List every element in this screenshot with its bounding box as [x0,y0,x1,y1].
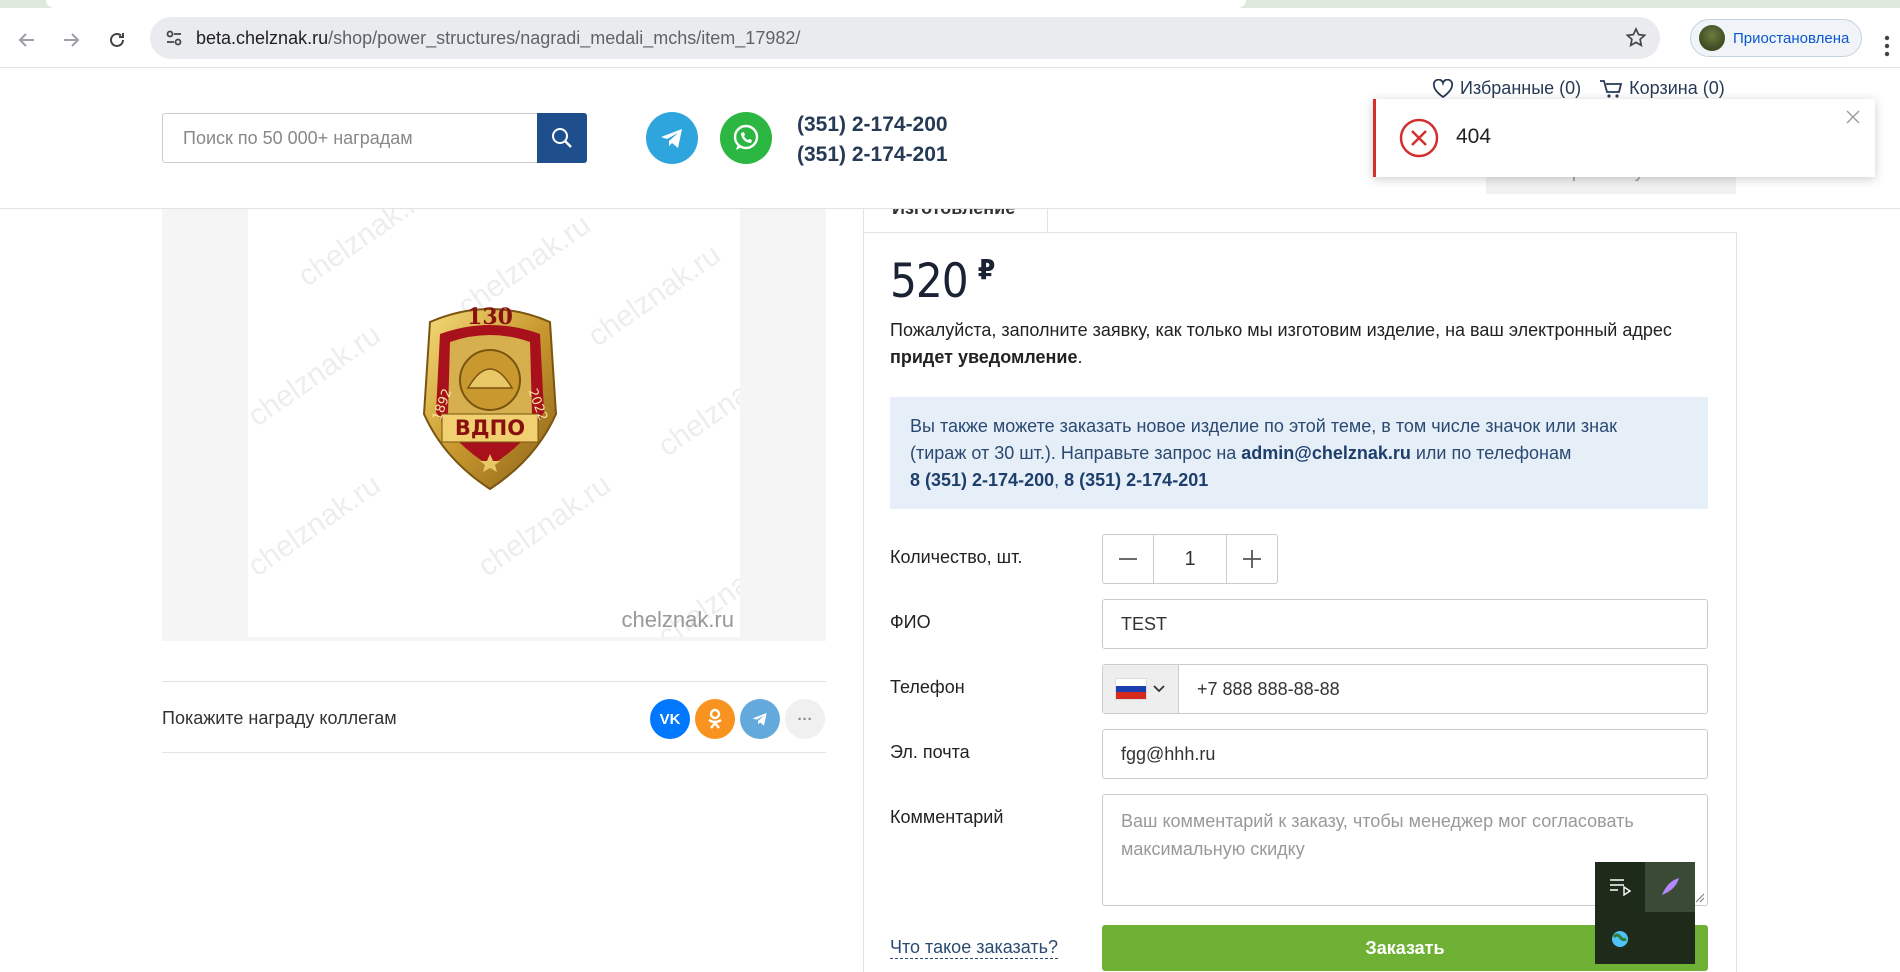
watermark-corner: chelznak.ru [621,607,734,632]
search-input[interactable] [163,114,538,162]
plus-icon [1243,550,1261,568]
header-phone-1[interactable]: (351) 2-174-200 [797,110,948,140]
whatsapp-icon [733,124,759,150]
resize-handle-icon[interactable] [1695,893,1705,903]
watermark: chelznak.ru [292,209,437,294]
telegram-icon [752,713,767,726]
header-phone-2[interactable]: (351) 2-174-201 [797,140,948,170]
name-label: ФИО [890,612,931,632]
product-image[interactable]: chelznak.ru chelznak.ru chelznak.ru chel… [248,209,740,637]
vk-icon: VK [659,710,681,728]
favorites-link[interactable]: Избранные (0) [1432,78,1581,99]
whatsapp-button[interactable] [720,112,772,164]
error-toast: 404 [1373,99,1875,177]
search-icon [552,128,572,148]
share-label: Покажите награду коллегам [162,708,397,728]
quantity-label: Количество, шт. [890,547,1023,567]
globe-icon[interactable] [1595,914,1645,964]
share-vk-button[interactable]: VK [650,699,690,739]
more-dots-icon: ··· [797,710,813,728]
watermark: chelznak.ru [248,318,387,434]
address-bar[interactable]: beta.chelznak.ru/shop/power_structures/n… [150,17,1660,59]
medal-top-text: 130 [467,304,513,330]
info-email-link[interactable]: admin@chelznak.ru [1241,443,1411,463]
playlist-icon[interactable] [1595,862,1645,912]
russia-flag-icon [1115,678,1147,700]
medal-image: ВДПО 130 1892 2022 [422,304,558,491]
browser-active-tab[interactable] [46,0,1246,8]
share-ok-button[interactable] [695,699,735,739]
order-panel: 520 ₽ Пожалуйста, заполните заявку, как т… [863,232,1737,972]
telegram-icon [661,129,682,148]
reload-icon [110,32,124,47]
country-selector[interactable] [1103,665,1179,713]
search-box [162,113,587,163]
browser-toolbar: beta.chelznak.ru/shop/power_structures/n… [0,8,1900,68]
quantity-stepper: 1 [1102,534,1278,584]
forward-button[interactable] [56,25,86,55]
info-phone-2[interactable]: 8 (351) 2-174-201 [1064,470,1208,490]
product-tabs: Изготовление [863,203,1737,233]
arrow-left-icon [18,33,34,47]
share-row: Покажите награду коллегам VK ··· [162,681,826,753]
medal-bottom-text: ВДПО [455,416,525,440]
currency-sign: ₽ [977,253,996,286]
cart-label: Корзина (0) [1629,78,1725,98]
phone-field: +7 888 888-88-88 [1102,664,1708,714]
browser-tabstrip [0,0,1900,8]
watermark: chelznak.ru [248,468,387,584]
custom-order-info: Вы также можете заказать новое изделие п… [890,397,1708,509]
comment-placeholder: Ваш комментарий к заказу, чтобы менеджер… [1121,811,1634,859]
email-field[interactable]: fgg@hhh.ru [1102,729,1708,779]
browser-menu-icon[interactable] [1884,34,1890,58]
profile-status-label: Приостановлена [1733,29,1850,47]
increment-button[interactable] [1227,535,1277,583]
watermark: chelznak.ru [652,348,740,464]
bookmark-star-icon[interactable] [1624,26,1648,50]
favorites-label: Избранные (0) [1460,78,1582,98]
info-phone-1[interactable]: 8 (351) 2-174-200 [910,470,1054,490]
minus-icon [1119,558,1137,560]
close-icon[interactable] [1845,109,1861,125]
odnoklassniki-icon [708,708,722,729]
back-button[interactable] [12,25,42,55]
avatar [1699,25,1725,51]
cart-link[interactable]: Корзина (0) [1599,78,1725,99]
price-value: 520 [890,254,969,309]
phone-label: Телефон [890,677,965,697]
quantity-input[interactable]: 1 [1153,535,1227,583]
name-field[interactable]: TEST [1102,599,1708,649]
arrow-right-icon [64,33,80,47]
url-text: beta.chelznak.ru/shop/power_structures/n… [196,28,801,48]
header-phones: (351) 2-174-200 (351) 2-174-201 [797,110,948,170]
toast-message: 404 [1456,125,1492,148]
watermark: chelznak.ru [582,238,727,354]
share-telegram-button[interactable] [740,699,780,739]
product-price: 520 ₽ [890,253,996,309]
chevron-down-icon [1153,685,1165,693]
cart-icon [1600,79,1623,98]
header-top-links: Избранные (0) Корзина (0) [1432,78,1725,99]
search-button[interactable] [537,113,587,163]
reload-button[interactable] [102,25,132,55]
comment-label: Комментарий [890,807,1004,827]
share-more-button[interactable]: ··· [785,699,825,739]
telegram-button[interactable] [646,112,698,164]
email-label: Эл. почта [890,742,970,762]
profile-chip[interactable]: Приостановлена [1690,19,1862,57]
feather-icon[interactable] [1645,862,1695,912]
heart-icon [1432,78,1454,98]
product-gallery: chelznak.ru chelznak.ru chelznak.ru chel… [162,209,826,641]
site-info-icon[interactable] [162,26,186,50]
floating-widget [1595,862,1695,964]
order-notice: Пожалуйста, заполните заявку, как только… [890,320,1672,367]
decrement-button[interactable] [1103,535,1153,583]
error-circle-icon [1398,117,1440,159]
what-is-order-link[interactable]: Что такое заказать? [890,937,1059,959]
phone-input[interactable]: +7 888 888-88-88 [1197,665,1340,713]
